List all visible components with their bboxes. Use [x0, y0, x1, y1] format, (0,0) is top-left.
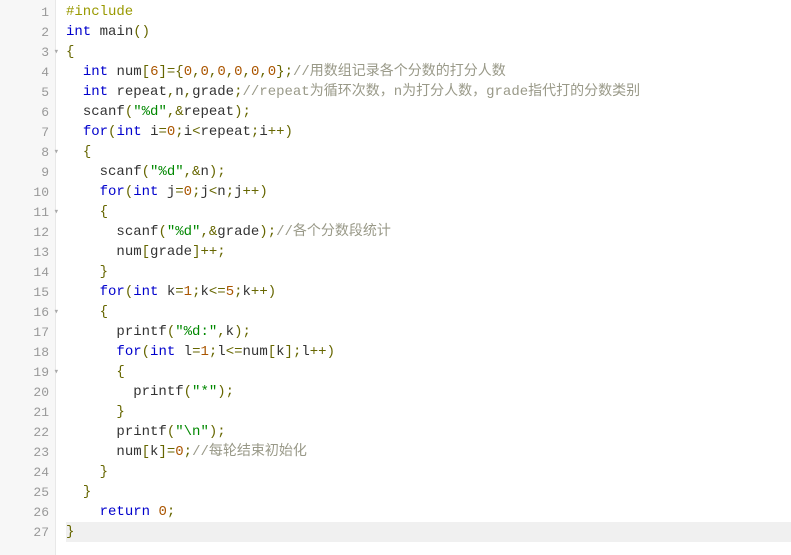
code-line[interactable]: } [66, 522, 791, 542]
line-number: 7 [41, 125, 49, 140]
gutter-row: 5 [0, 82, 55, 102]
line-number: 5 [41, 85, 49, 100]
line-number: 15 [33, 285, 49, 300]
line-number: 23 [33, 445, 49, 460]
gutter-row: 14 [0, 262, 55, 282]
line-number: 13 [33, 245, 49, 260]
gutter-row: 11▾ [0, 202, 55, 222]
gutter-row: 19▾ [0, 362, 55, 382]
line-number: 18 [33, 345, 49, 360]
line-number: 25 [33, 485, 49, 500]
code-line[interactable]: return 0; [66, 502, 791, 522]
line-number: 26 [33, 505, 49, 520]
line-number: 27 [33, 525, 49, 540]
line-number: 14 [33, 265, 49, 280]
code-line[interactable]: { [66, 202, 791, 222]
gutter-row: 6 [0, 102, 55, 122]
line-number: 11 [33, 205, 49, 220]
code-line[interactable]: for(int i=0;i<repeat;i++) [66, 122, 791, 142]
gutter-row: 16▾ [0, 302, 55, 322]
code-line[interactable]: printf("*"); [66, 382, 791, 402]
line-number: 4 [41, 65, 49, 80]
fold-icon[interactable]: ▾ [54, 147, 59, 157]
gutter-row: 2 [0, 22, 55, 42]
fold-icon[interactable]: ▾ [54, 367, 59, 377]
code-line[interactable]: num[k]=0;//每轮结束初始化 [66, 442, 791, 462]
line-number: 24 [33, 465, 49, 480]
line-number: 2 [41, 25, 49, 40]
code-line[interactable]: { [66, 362, 791, 382]
line-number: 1 [41, 5, 49, 20]
line-number: 21 [33, 405, 49, 420]
line-number: 22 [33, 425, 49, 440]
gutter-row: 27 [0, 522, 55, 542]
gutter-row: 24 [0, 462, 55, 482]
gutter-row: 18 [0, 342, 55, 362]
code-line[interactable]: scanf("%d",&n); [66, 162, 791, 182]
fold-icon[interactable]: ▾ [54, 307, 59, 317]
code-line[interactable]: #include [66, 2, 791, 22]
gutter-row: 25 [0, 482, 55, 502]
code-line[interactable]: for(int j=0;j<n;j++) [66, 182, 791, 202]
gutter-row: 20 [0, 382, 55, 402]
line-number: 8 [41, 145, 49, 160]
code-line[interactable]: int num[6]={0,0,0,0,0,0};//用数组记录各个分数的打分人… [66, 62, 791, 82]
line-number: 20 [33, 385, 49, 400]
gutter-row: 12 [0, 222, 55, 242]
code-line[interactable]: scanf("%d",&repeat); [66, 102, 791, 122]
code-line[interactable]: } [66, 262, 791, 282]
code-line[interactable]: } [66, 462, 791, 482]
line-number: 12 [33, 225, 49, 240]
line-number: 10 [33, 185, 49, 200]
gutter-row: 7 [0, 122, 55, 142]
gutter-row: 26 [0, 502, 55, 522]
line-number: 19 [33, 365, 49, 380]
line-number-gutter: 123▾45678▾91011▾1213141516▾171819▾202122… [0, 0, 56, 555]
code-line[interactable]: { [66, 142, 791, 162]
gutter-row: 10 [0, 182, 55, 202]
code-area[interactable]: #includeint main(){ int num[6]={0,0,0,0,… [56, 0, 791, 555]
gutter-row: 22 [0, 422, 55, 442]
line-number: 9 [41, 165, 49, 180]
gutter-row: 3▾ [0, 42, 55, 62]
code-line[interactable]: { [66, 42, 791, 62]
gutter-row: 1 [0, 2, 55, 22]
gutter-row: 21 [0, 402, 55, 422]
code-line[interactable]: for(int k=1;k<=5;k++) [66, 282, 791, 302]
code-line[interactable]: printf("\n"); [66, 422, 791, 442]
code-line[interactable]: printf("%d:",k); [66, 322, 791, 342]
gutter-row: 15 [0, 282, 55, 302]
code-line[interactable]: scanf("%d",&grade);//各个分数段统计 [66, 222, 791, 242]
gutter-row: 9 [0, 162, 55, 182]
line-number: 16 [33, 305, 49, 320]
code-line[interactable]: } [66, 402, 791, 422]
code-line[interactable]: } [66, 482, 791, 502]
gutter-row: 13 [0, 242, 55, 262]
line-number: 3 [41, 45, 49, 60]
fold-icon[interactable]: ▾ [54, 47, 59, 57]
gutter-row: 17 [0, 322, 55, 342]
code-line[interactable]: num[grade]++; [66, 242, 791, 262]
gutter-row: 4 [0, 62, 55, 82]
code-line[interactable]: { [66, 302, 791, 322]
gutter-row: 23 [0, 442, 55, 462]
code-line[interactable]: int repeat,n,grade;//repeat为循环次数，n为打分人数，… [66, 82, 791, 102]
code-line[interactable]: int main() [66, 22, 791, 42]
fold-icon[interactable]: ▾ [54, 207, 59, 217]
code-line[interactable]: for(int l=1;l<=num[k];l++) [66, 342, 791, 362]
gutter-row: 8▾ [0, 142, 55, 162]
line-number: 17 [33, 325, 49, 340]
line-number: 6 [41, 105, 49, 120]
